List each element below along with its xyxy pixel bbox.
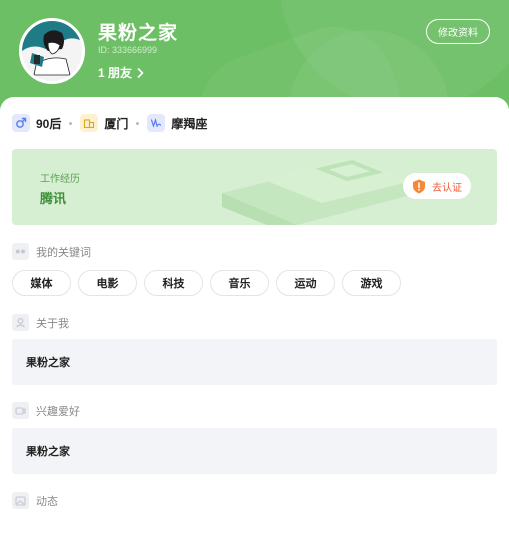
keyword-tag[interactable]: 媒体 [12, 270, 71, 296]
image-icon [12, 492, 29, 509]
separator-dot [136, 121, 140, 125]
about-title: 关于我 [36, 317, 69, 330]
posts-title: 动态 [36, 495, 58, 508]
keyword-tags: 媒体 电影 科技 音乐 运动 游戏 [12, 270, 401, 296]
work-experience-card[interactable]: 工作经历 腾讯 去认证 [12, 149, 497, 225]
work-company: 腾讯 [40, 191, 67, 206]
keywords-title: 我的关键词 [36, 246, 91, 259]
keywords-section-title: 我的关键词 [12, 243, 91, 260]
username: 果粉之家 [98, 23, 179, 44]
age-label: 90后 [36, 116, 62, 131]
separator-dot [69, 121, 73, 125]
keyword-tag[interactable]: 音乐 [210, 270, 269, 296]
person-icon [12, 314, 29, 331]
zodiac-label: 摩羯座 [171, 116, 208, 131]
verify-shield-icon [413, 179, 425, 193]
quote-icon [12, 243, 29, 260]
hobbies-section-title: 兴趣爱好 [12, 402, 80, 419]
user-id: ID: 333666999 [98, 45, 158, 55]
keyword-tag[interactable]: 科技 [144, 270, 203, 296]
verify-button[interactable]: 去认证 [403, 173, 471, 199]
basic-info-row: 90后 厦门 摩羯座 [12, 114, 207, 132]
edit-profile-button[interactable]: 修改资料 [426, 19, 490, 44]
keyword-tag[interactable]: 运动 [276, 270, 335, 296]
hobbies-title: 兴趣爱好 [36, 405, 80, 418]
work-label: 工作经历 [40, 174, 80, 185]
friends-count: 1 朋友 [98, 66, 133, 80]
chevron-right-icon [137, 67, 144, 78]
keyword-tag[interactable]: 电影 [78, 270, 137, 296]
male-icon [12, 114, 30, 132]
about-section-title: 关于我 [12, 314, 69, 331]
verify-label: 去认证 [432, 182, 462, 194]
hobbies-content[interactable]: 果粉之家 [12, 428, 497, 474]
hobby-icon [12, 402, 29, 419]
about-content[interactable]: 果粉之家 [12, 339, 497, 385]
briefcase-illustration [222, 157, 427, 225]
keyword-tag[interactable]: 游戏 [342, 270, 401, 296]
zodiac-icon [147, 114, 166, 132]
avatar[interactable] [19, 18, 85, 84]
city-icon [80, 114, 99, 132]
city-label: 厦门 [104, 116, 129, 131]
friends-link[interactable]: 1 朋友 [98, 64, 144, 81]
posts-section-title: 动态 [12, 492, 58, 509]
